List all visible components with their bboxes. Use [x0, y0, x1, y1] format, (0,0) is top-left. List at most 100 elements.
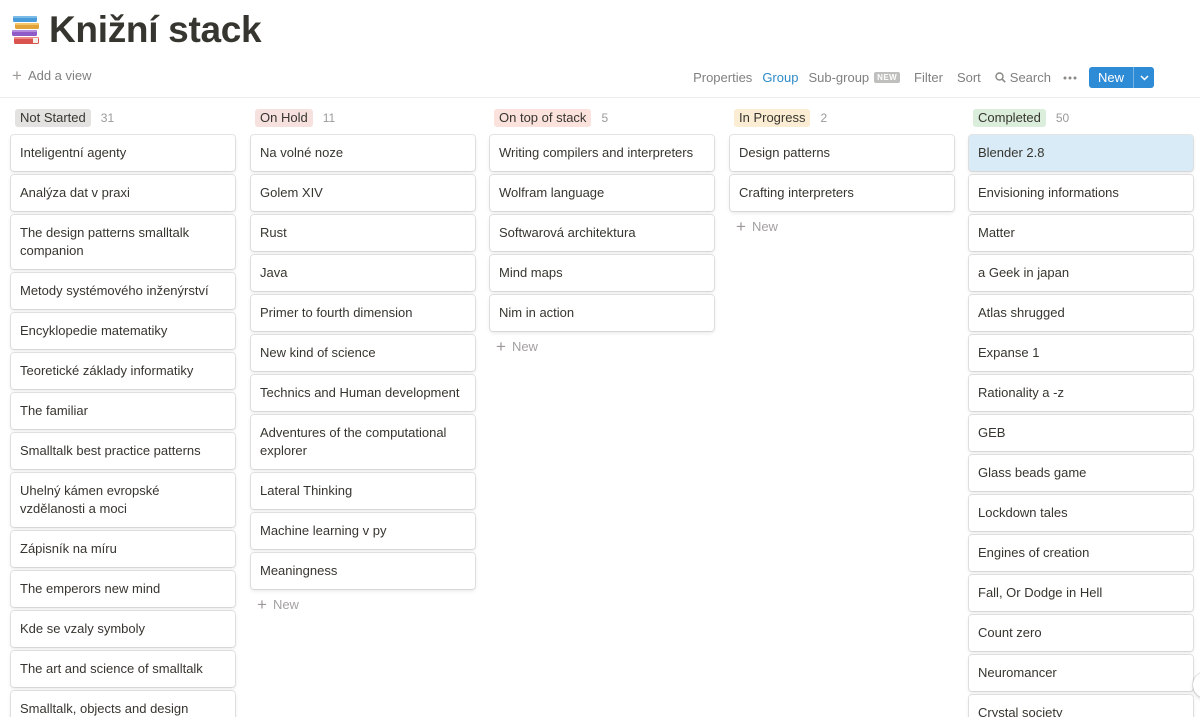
- kanban-board: Not Started 31 Inteligentní agenty Analýza …: [0, 108, 1200, 717]
- board-card[interactable]: Teoretické základy informatiky: [11, 353, 235, 389]
- status-tag[interactable]: On top of stack: [494, 109, 592, 127]
- board-card[interactable]: Writing compilers and interpreters: [490, 135, 714, 171]
- new-feature-badge: NEW: [874, 72, 901, 83]
- board-card[interactable]: Analýza dat v praxi: [11, 175, 235, 211]
- board-card[interactable]: The familiar: [11, 393, 235, 429]
- board-card[interactable]: a Geek in japan: [969, 255, 1193, 291]
- column-header: Not Started 31: [15, 108, 235, 128]
- add-card-button[interactable]: + New: [257, 594, 475, 614]
- add-view-button[interactable]: + Add a view: [12, 65, 92, 85]
- board-card[interactable]: Nim in action: [490, 295, 714, 331]
- board-card[interactable]: Expanse 1: [969, 335, 1193, 371]
- subgroup-button[interactable]: Sub-group NEW: [808, 70, 901, 85]
- board-card[interactable]: Count zero: [969, 615, 1193, 651]
- board-card[interactable]: Atlas shrugged: [969, 295, 1193, 331]
- board-card[interactable]: Design patterns: [730, 135, 954, 171]
- card-list: Writing compilers and interpreters Wolfra…: [490, 135, 714, 331]
- more-options-button[interactable]: [1063, 76, 1077, 80]
- plus-icon: +: [257, 594, 267, 614]
- board-card[interactable]: Rationality a -z: [969, 375, 1193, 411]
- board-card[interactable]: Fall, Or Dodge in Hell: [969, 575, 1193, 611]
- column-count: 11: [322, 111, 336, 125]
- search-button[interactable]: Search: [995, 70, 1051, 85]
- board-card[interactable]: Smalltalk best practice patterns: [11, 433, 235, 469]
- group-button[interactable]: Group: [762, 70, 798, 85]
- board-card[interactable]: Na volné noze: [251, 135, 475, 171]
- board-card[interactable]: GEB: [969, 415, 1193, 451]
- board-card[interactable]: The emperors new mind: [11, 571, 235, 607]
- subgroup-label: Sub-group: [808, 70, 870, 85]
- card-list: Na volné noze Golem XIV Rust Java Primer to …: [251, 135, 475, 589]
- add-card-button[interactable]: + New: [496, 336, 714, 356]
- board-column: On top of stack 5 Writing compilers and in…: [490, 108, 714, 356]
- board-card[interactable]: Wolfram language: [490, 175, 714, 211]
- board-card[interactable]: Encyklopedie matematiky: [11, 313, 235, 349]
- board-card[interactable]: Neuromancer: [969, 655, 1193, 691]
- notion-board-page: Knižní stack + Add a view Properties Gro…: [0, 0, 1200, 717]
- search-label: Search: [1009, 70, 1051, 85]
- properties-button[interactable]: Properties: [693, 70, 752, 85]
- board-card[interactable]: Engines of creation: [969, 535, 1193, 571]
- filter-button[interactable]: Filter: [914, 70, 943, 85]
- board-card[interactable]: Zápisník na míru: [11, 531, 235, 567]
- board-card[interactable]: Crystal society: [969, 695, 1193, 717]
- board-card[interactable]: Inteligentní agenty: [11, 135, 235, 171]
- column-count: 50: [1055, 111, 1070, 125]
- board-card[interactable]: Golem XIV: [251, 175, 475, 211]
- plus-icon: +: [12, 65, 22, 85]
- search-icon: [995, 72, 1006, 83]
- board-card[interactable]: Lateral Thinking: [251, 473, 475, 509]
- board-card[interactable]: Blender 2.8: [969, 135, 1193, 171]
- add-card-label: New: [511, 339, 538, 354]
- new-button[interactable]: New: [1089, 67, 1133, 88]
- page-title[interactable]: Knižní stack: [49, 8, 262, 52]
- board-card[interactable]: Envisioning informations: [969, 175, 1193, 211]
- board-card[interactable]: Lockdown tales: [969, 495, 1193, 531]
- plus-icon: +: [496, 336, 506, 356]
- board-card[interactable]: Softwarová architektura: [490, 215, 714, 251]
- board-card[interactable]: The design patterns smalltalk companion: [11, 215, 235, 269]
- board-card[interactable]: New kind of science: [251, 335, 475, 371]
- board-card[interactable]: The art and science of smalltalk: [11, 651, 235, 687]
- column-count: 5: [601, 111, 609, 125]
- board-card[interactable]: Uhelný kámen evropské vzdělanosti a moci: [11, 473, 235, 527]
- add-card-button[interactable]: + New: [736, 216, 954, 236]
- board-card[interactable]: Crafting interpreters: [730, 175, 954, 211]
- chevron-down-icon: [1139, 74, 1149, 81]
- status-tag[interactable]: Completed: [973, 109, 1046, 127]
- books-stack-icon: [12, 16, 39, 44]
- board-card[interactable]: Smalltalk, objects and design: [11, 691, 235, 717]
- board-card[interactable]: Adventures of the computational explorer: [251, 415, 475, 469]
- board-card[interactable]: Meaningness: [251, 553, 475, 589]
- sort-button[interactable]: Sort: [957, 70, 981, 85]
- board-card[interactable]: Metody systémového inženýrství: [11, 273, 235, 309]
- board-card[interactable]: Technics and Human development: [251, 375, 475, 411]
- column-header: In Progress 2: [734, 108, 954, 128]
- board-card[interactable]: Java: [251, 255, 475, 291]
- board-card[interactable]: Rust: [251, 215, 475, 251]
- new-options-button[interactable]: [1133, 67, 1154, 88]
- column-count: 2: [820, 111, 828, 125]
- view-tools: Properties Group Sub-group NEW Filter So…: [683, 67, 1154, 88]
- board-card[interactable]: Mind maps: [490, 255, 714, 291]
- view-toolbar: + Add a view Properties Group Sub-group …: [0, 60, 1200, 98]
- board-card[interactable]: Matter: [969, 215, 1193, 251]
- status-tag[interactable]: In Progress: [734, 109, 811, 127]
- new-button-group: New: [1088, 67, 1154, 88]
- card-list: Design patterns Crafting interpreters: [730, 135, 954, 211]
- status-tag[interactable]: On Hold: [255, 109, 313, 127]
- column-header: Completed 50: [973, 108, 1193, 128]
- add-card-label: New: [751, 219, 778, 234]
- column-count: 31: [100, 111, 115, 125]
- add-card-label: New: [272, 597, 299, 612]
- board-card[interactable]: Kde se vzaly symboly: [11, 611, 235, 647]
- plus-icon: +: [736, 216, 746, 236]
- column-header: On Hold 11: [255, 108, 475, 128]
- board-column: In Progress 2 Design patterns Crafting inte…: [730, 108, 954, 236]
- board-card[interactable]: Glass beads game: [969, 455, 1193, 491]
- status-tag[interactable]: Not Started: [15, 109, 91, 127]
- add-view-label: Add a view: [27, 68, 92, 83]
- ellipsis-icon: [1063, 76, 1077, 79]
- board-card[interactable]: Primer to fourth dimension: [251, 295, 475, 331]
- board-card[interactable]: Machine learning v py: [251, 513, 475, 549]
